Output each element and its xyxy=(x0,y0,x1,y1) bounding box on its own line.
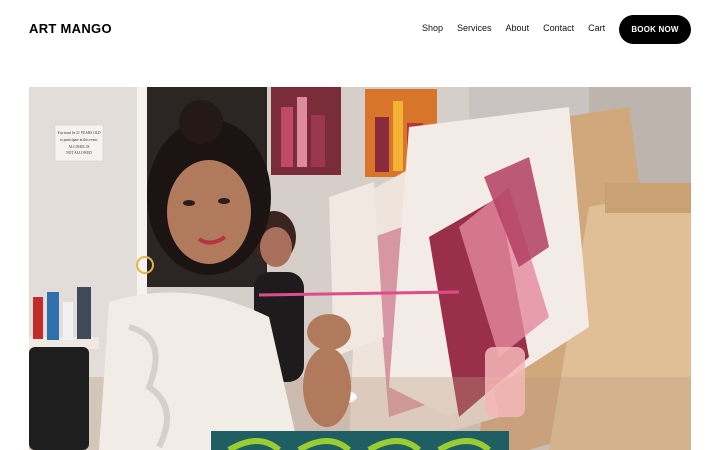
nav-contact[interactable]: Contact xyxy=(543,23,574,33)
main-woman-face xyxy=(167,160,251,264)
paint-bottle xyxy=(77,287,91,339)
painting-building xyxy=(375,117,389,172)
nav-shop[interactable]: Shop xyxy=(422,23,443,33)
hero-image: You must be 21 YEARS OLD to participate … xyxy=(29,87,691,450)
wall-sign-line-2: to participate in this event. xyxy=(60,138,98,142)
chair xyxy=(29,347,89,450)
nav-cart[interactable]: Cart xyxy=(588,23,605,33)
painting-building xyxy=(281,107,293,167)
main-woman-arm xyxy=(303,347,351,427)
hero-photo-illustration: You must be 21 YEARS OLD to participate … xyxy=(29,87,691,450)
wall-sign-line-4: NOT ALLOWED xyxy=(66,151,92,155)
woman-back-face xyxy=(260,227,292,267)
painting-building xyxy=(311,115,325,167)
painting-building xyxy=(297,97,307,167)
paint-bottle xyxy=(63,302,73,340)
paint-bottle xyxy=(33,297,43,339)
eye xyxy=(183,200,195,206)
wall-sign-line-3: ALCOHOL IS xyxy=(68,145,89,149)
main-woman-hand xyxy=(307,314,351,350)
paint-bottle xyxy=(47,292,59,340)
nav-services[interactable]: Services xyxy=(457,23,492,33)
eye xyxy=(218,198,230,204)
wall-sign-line-1: You must be 21 YEARS OLD xyxy=(57,131,101,135)
main-woman-bun xyxy=(179,100,223,144)
easel-ledge xyxy=(605,183,691,213)
painting-building xyxy=(393,101,403,171)
nav-about[interactable]: About xyxy=(506,23,530,33)
water-jar xyxy=(485,347,525,417)
book-now-button[interactable]: BOOK NOW xyxy=(619,15,691,44)
site-header: ART MANGO Shop Services About Contact Ca… xyxy=(0,0,720,60)
site-logo[interactable]: ART MANGO xyxy=(29,21,112,36)
main-nav: Shop Services About Contact Cart xyxy=(422,23,619,33)
